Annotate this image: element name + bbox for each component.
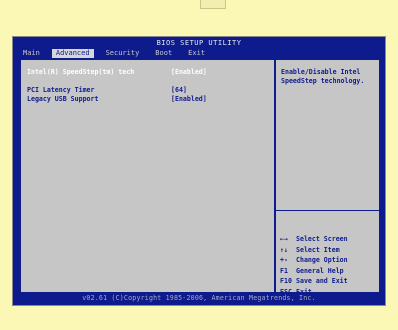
settings-panel: Intel(R) SpeedStep(tm) tech [Enabled] PC… (20, 59, 380, 296)
vertical-divider (274, 60, 276, 292)
setting-label: Legacy USB Support (27, 95, 99, 103)
tab-boot[interactable]: Boot (151, 49, 176, 58)
tab-main[interactable]: Main (19, 49, 44, 58)
key-description: Save and Exit (296, 277, 348, 285)
key-row-select-item: ↑↓ Select Item (280, 245, 377, 256)
setting-value[interactable]: [Enabled] (171, 95, 207, 104)
left-right-arrows-icon: ←→ (280, 235, 288, 243)
f10-key: F10 (280, 277, 292, 285)
key-legend: ←→ Select Screen ↑↓ Select Item +- Chang… (280, 234, 377, 297)
menu-bar: Main Advanced Security Boot Exit (19, 48, 217, 58)
top-edge-tab (200, 0, 226, 9)
help-line: Enable/Disable Intel (281, 68, 361, 76)
copyright-footer: v02.61 (C)Copyright 1985-2006, American … (82, 294, 316, 302)
key-description: Change Option (296, 256, 348, 264)
setting-row-speedstep[interactable]: Intel(R) SpeedStep(tm) tech [Enabled] (27, 68, 267, 77)
tab-exit[interactable]: Exit (184, 49, 209, 58)
key-description: General Help (296, 266, 344, 275)
help-divider (276, 210, 379, 211)
f1-key: F1 (280, 266, 288, 275)
bios-title: BIOS SETUP UTILITY (156, 39, 242, 47)
key-row-change-option: +- Change Option (280, 255, 377, 266)
key-row-general-help: F1 General Help (280, 266, 377, 277)
up-down-arrows-icon: ↑↓ (280, 245, 288, 254)
setting-value[interactable]: [64] (171, 86, 187, 95)
setting-row-pci-latency[interactable]: PCI Latency Timer [64] (27, 86, 267, 95)
key-description: Select Item (296, 245, 340, 254)
key-description: Select Screen (296, 235, 348, 243)
help-description: Enable/Disable Intel SpeedStep technolog… (281, 68, 376, 86)
key-row-save-exit: F10 Save and Exit (280, 276, 377, 287)
settings-list: Intel(R) SpeedStep(tm) tech [Enabled] PC… (27, 68, 267, 104)
setting-label: Intel(R) SpeedStep(tm) tech (27, 68, 135, 76)
bios-screen: BIOS SETUP UTILITY Main Advanced Securit… (12, 36, 386, 306)
tab-security[interactable]: Security (102, 49, 144, 58)
tab-advanced[interactable]: Advanced (51, 48, 94, 58)
key-row-select-screen: ←→ Select Screen (280, 234, 377, 245)
setting-value[interactable]: [Enabled] (171, 68, 207, 77)
plus-minus-key: +- (280, 256, 288, 264)
help-line: SpeedStep technology. (281, 77, 365, 85)
setting-row-legacy-usb[interactable]: Legacy USB Support [Enabled] (27, 95, 267, 104)
setting-label: PCI Latency Timer (27, 86, 95, 94)
